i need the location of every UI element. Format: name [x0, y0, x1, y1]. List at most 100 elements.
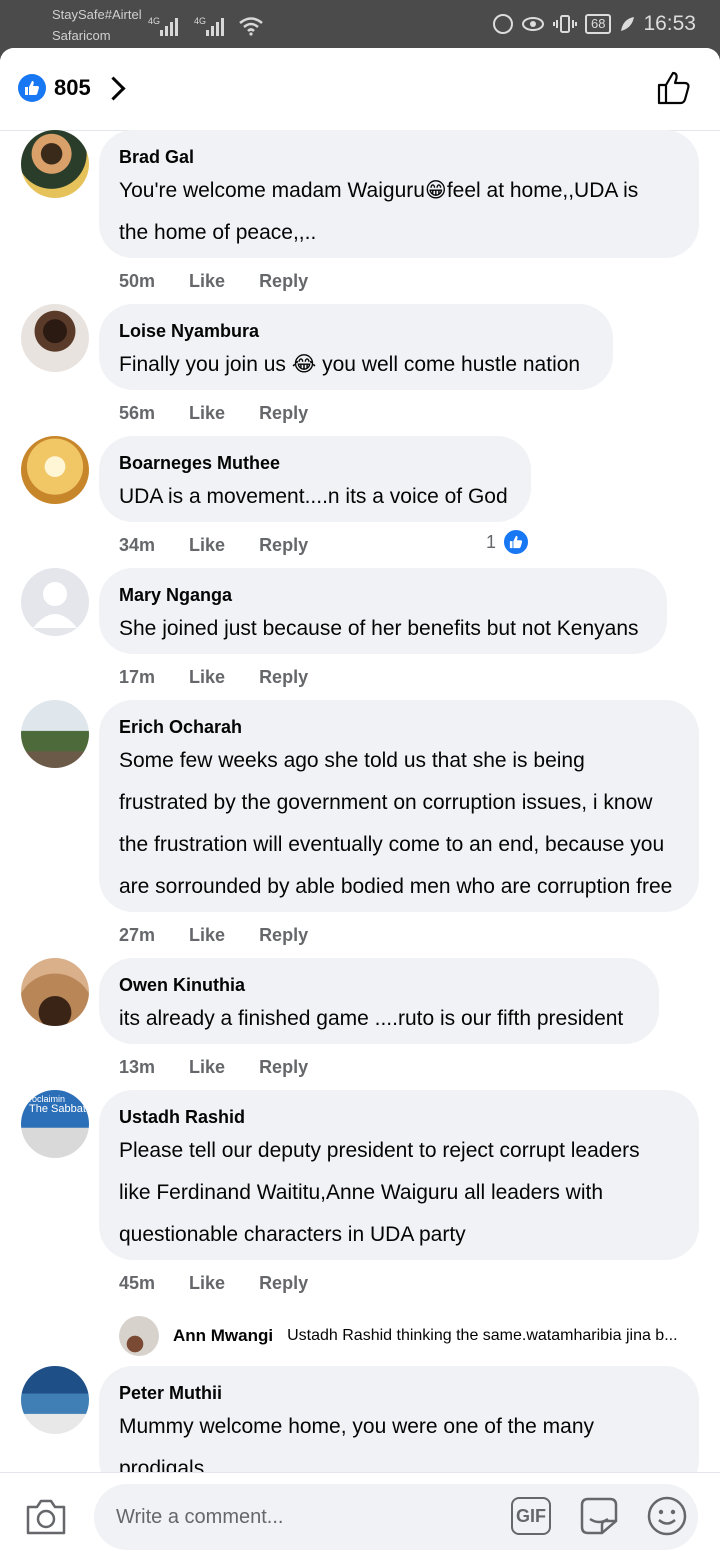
comment-bubble[interactable]: Erich Ocharah Some few weeks ago she tol…	[99, 700, 699, 912]
comment-bubble[interactable]: Brad Gal You're welcome madam Waiguru😁fe…	[99, 130, 699, 258]
like-button[interactable]: Like	[189, 1057, 225, 1078]
like-button[interactable]: Like	[189, 271, 225, 292]
comment-line: frustrated by the government on corrupti…	[119, 791, 653, 814]
comment-author[interactable]: Loise Nyambura	[119, 318, 593, 344]
comment-line: She joined just because of her benefits …	[119, 617, 639, 640]
reply-button[interactable]: Reply	[259, 667, 308, 688]
comment-author[interactable]: Owen Kinuthia	[119, 972, 639, 998]
comment-bubble[interactable]: Mary Nganga She joined just because of h…	[99, 568, 667, 654]
comment-actions: 34m Like Reply	[119, 535, 342, 556]
reply-button[interactable]: Reply	[259, 925, 308, 946]
comment-line: Mummy welcome home, you were one of the …	[119, 1415, 595, 1438]
comment-actions: 45m Like Reply	[119, 1273, 342, 1294]
avatar[interactable]	[21, 700, 89, 768]
comment-bubble[interactable]: Peter Muthii Mummy welcome home, you wer…	[99, 1366, 699, 1472]
default-profile-icon	[33, 582, 77, 628]
comment-author[interactable]: Boarneges Muthee	[119, 450, 511, 476]
avatar[interactable]	[21, 130, 89, 198]
wifi-icon	[239, 17, 263, 36]
comment-reaction-summary[interactable]: 1	[486, 528, 531, 556]
comment-time: 13m	[119, 1057, 156, 1077]
comment-author[interactable]: Ustadh Rashid	[119, 1104, 679, 1130]
clock: 16:53	[643, 12, 696, 35]
reply-button[interactable]: Reply	[259, 535, 308, 556]
thumbs-up-outline-icon[interactable]	[656, 70, 692, 106]
carrier-2: Safaricom	[52, 28, 111, 43]
network-2-label: 4G	[194, 16, 207, 26]
signal-icons: 4G 4G	[148, 10, 264, 36]
comment-author[interactable]: Mary Nganga	[119, 582, 647, 608]
comment-bubble[interactable]: Ustadh Rashid Please tell our deputy pre…	[99, 1090, 699, 1260]
comment-actions: 27m Like Reply	[119, 925, 342, 946]
like-reaction-icon	[502, 528, 531, 556]
like-button[interactable]: Like	[189, 1273, 225, 1294]
like-button[interactable]: Like	[189, 535, 225, 556]
like-button[interactable]: Like	[189, 667, 225, 688]
avatar-caption: roclaimin The Sabbat	[29, 1094, 86, 1115]
reaction-summary[interactable]: 805	[18, 74, 126, 102]
status-right: 68 16:53	[492, 8, 696, 40]
signal-2-icon: 4G	[194, 16, 224, 36]
comment-actions: 17m Like Reply	[119, 667, 342, 688]
comment-line: the frustration will eventually come to …	[119, 833, 665, 856]
reply-author[interactable]: Ann Mwangi	[173, 1326, 273, 1346]
status-bar: StaySafe#Airtel Safaricom 4G 4G 68 16:53	[0, 0, 720, 50]
charging-leaf-icon	[621, 17, 635, 31]
signal-1-icon: 4G	[148, 16, 178, 36]
comment-bubble[interactable]: Loise Nyambura Finally you join us 😂 you…	[99, 304, 613, 390]
comment-time: 17m	[119, 667, 156, 687]
reply-button[interactable]: Reply	[259, 271, 308, 292]
sticker-icon[interactable]	[578, 1495, 620, 1537]
reply-button[interactable]: Reply	[259, 403, 308, 424]
like-button[interactable]: Like	[189, 925, 225, 946]
avatar[interactable]	[21, 568, 89, 636]
comment-time: 56m	[119, 403, 156, 423]
comment-time: 34m	[119, 535, 156, 555]
comment-bubble[interactable]: Boarneges Muthee UDA is a movement....n …	[99, 436, 531, 522]
comment-line: are sorrounded by able bodied men who ar…	[119, 875, 673, 898]
data-saver-icon	[492, 14, 513, 34]
reply-button[interactable]: Reply	[259, 1057, 308, 1078]
carrier-labels: StaySafe#Airtel Safaricom	[52, 4, 142, 46]
carrier-1: StaySafe#Airtel	[52, 7, 142, 22]
comment-line: questionable characters in UDA party	[119, 1223, 466, 1246]
emoji-icon[interactable]	[646, 1495, 688, 1537]
reply-button[interactable]: Reply	[259, 1273, 308, 1294]
comments-sheet: 805 Brad Gal You're welcome madam Waigur…	[0, 48, 720, 1560]
avatar[interactable]	[21, 436, 89, 504]
avatar[interactable]	[21, 1366, 89, 1434]
comment-author[interactable]: Brad Gal	[119, 144, 679, 170]
comment-line: UDA is a movement....n its a voice of Go…	[119, 485, 508, 508]
battery-indicator: 68	[584, 14, 612, 34]
comment-time: 45m	[119, 1273, 156, 1293]
reaction-count: 805	[54, 75, 91, 100]
avatar-caption-line: The Sabbat	[29, 1103, 86, 1115]
reply-text: Ustadh Rashid thinking the same.watamhar…	[287, 1327, 678, 1344]
comment-line: Finally you join us 😂 you well come hust…	[119, 353, 581, 376]
chevron-right-icon[interactable]	[101, 75, 126, 101]
network-1-label: 4G	[148, 16, 161, 26]
like-reaction-icon	[18, 74, 46, 102]
reply-preview[interactable]: Ann Mwangi Ustadh Rashid thinking the sa…	[119, 1316, 678, 1356]
comment-line: You're welcome madam Waiguru😁feel at hom…	[119, 179, 639, 202]
like-button[interactable]: Like	[189, 403, 225, 424]
comment-author[interactable]: Erich Ocharah	[119, 714, 679, 740]
comment-line: prodigals	[119, 1457, 205, 1472]
comment-reaction-count: 1	[486, 531, 497, 552]
reply-avatar[interactable]	[119, 1316, 159, 1356]
comment-line: its already a finished game ....ruto is …	[119, 1007, 624, 1030]
comment-author[interactable]: Peter Muthii	[119, 1380, 679, 1406]
avatar[interactable]: roclaimin The Sabbat	[21, 1090, 89, 1158]
comments-header: 805	[0, 48, 720, 131]
camera-icon[interactable]	[24, 1497, 68, 1537]
avatar[interactable]	[21, 958, 89, 1026]
comment-time: 27m	[119, 925, 156, 945]
comment-actions: 13m Like Reply	[119, 1057, 342, 1078]
avatar[interactable]	[21, 304, 89, 372]
vibrate-icon	[552, 15, 577, 33]
gif-icon[interactable]: GIF	[511, 1497, 551, 1535]
comment-actions: 50m Like Reply	[119, 271, 342, 292]
eye-icon	[521, 17, 544, 31]
comment-line: Please tell our deputy president to reje…	[119, 1139, 640, 1162]
comment-bubble[interactable]: Owen Kinuthia its already a finished gam…	[99, 958, 659, 1044]
